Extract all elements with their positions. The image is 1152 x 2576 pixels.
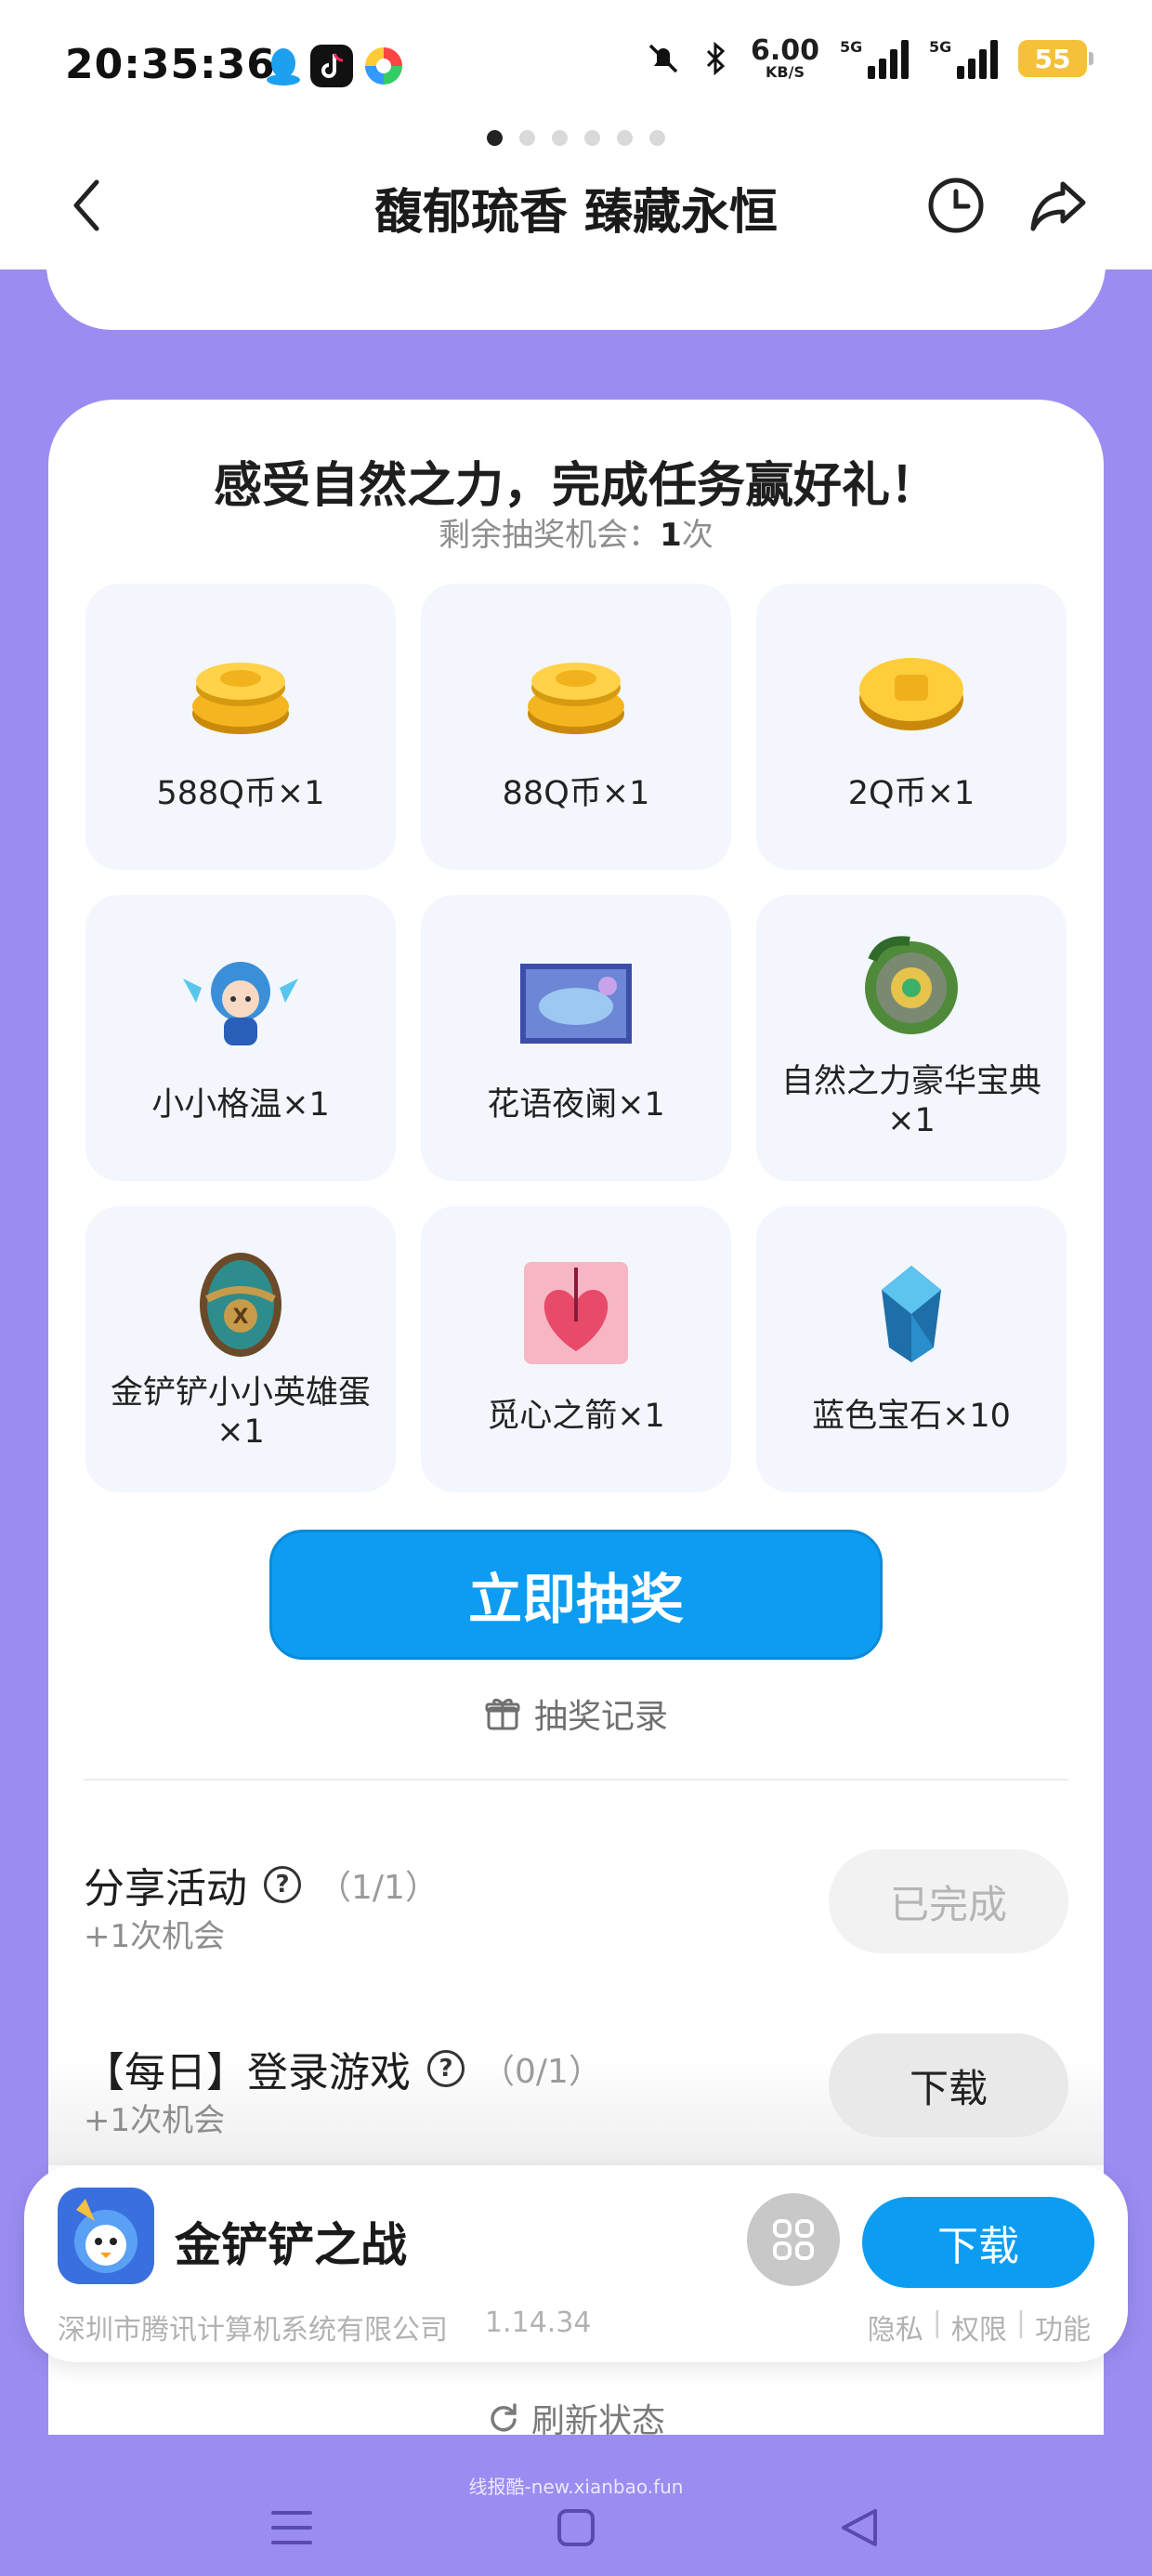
lottery-card: 感受自然之力，完成任务赢好礼！ 剩余抽奖机会：1次 588Q币×1 88Q币×1 xyxy=(48,400,1104,2444)
prize-name: 蓝色宝石×10 xyxy=(812,1398,1011,1435)
share-icon[interactable] xyxy=(1026,173,1091,238)
prize-name: 588Q币×1 xyxy=(156,775,325,812)
character-icon xyxy=(183,962,298,1045)
prize-tile: 2Q币×1 xyxy=(756,584,1067,870)
task-title: 分享活动 xyxy=(84,1865,247,1912)
mute-icon xyxy=(648,44,678,73)
prize-name: 2Q币×1 xyxy=(847,775,975,812)
carousel-dot[interactable] xyxy=(617,130,633,146)
remaining-chances: 剩余抽奖机会：1次 xyxy=(439,517,713,554)
prize-tile: 588Q币×1 xyxy=(85,584,396,870)
privacy-link[interactable]: 隐私 xyxy=(868,2307,923,2347)
app-download-button[interactable]: 下载 xyxy=(862,2197,1094,2288)
qq-icon xyxy=(267,48,300,85)
app-download-bar: 金铲铲之战 下载 深圳市腾讯计算机系统有限公司 1.14.34 隐私 | 权限 … xyxy=(24,2165,1128,2362)
battery-icon: 55 xyxy=(1018,40,1093,77)
carousel-dot[interactable] xyxy=(487,130,503,146)
prize-tile: 蓝色宝石×10 xyxy=(756,1206,1067,1492)
task-row-login: 【每日】登录游戏 ? （0/1） +1次机会 下载 xyxy=(84,2033,1068,2150)
prize-name: 88Q币×1 xyxy=(502,775,650,812)
prize-tile: 自然之力豪华宝典×1 xyxy=(756,895,1067,1181)
app-icon[interactable] xyxy=(58,2188,154,2284)
carousel-dots xyxy=(0,130,1152,146)
douyin-icon xyxy=(310,45,353,87)
status-time: 20:35:36 xyxy=(65,41,276,88)
app-header: 馥郁琉香 臻藏永恒 xyxy=(0,139,1152,269)
gift-icon xyxy=(485,1698,520,1730)
carousel-dot[interactable] xyxy=(649,130,665,146)
menu-icon[interactable] xyxy=(264,2500,320,2556)
home-icon[interactable] xyxy=(548,2500,604,2556)
carousel-dot[interactable] xyxy=(584,130,600,146)
draw-record-label: 抽奖记录 xyxy=(533,1698,668,1736)
prize-tile: 花语夜阑×1 xyxy=(421,895,731,1181)
arena-icon xyxy=(520,964,632,1044)
task-download-button[interactable]: 下载 xyxy=(829,2033,1068,2137)
promo-title: 感受自然之力，完成任务赢好礼！ xyxy=(213,458,938,514)
prize-name: 小小格温×1 xyxy=(151,1086,330,1124)
prize-name: 金铲铲小小英雄蛋×1 xyxy=(110,1374,371,1451)
pass-icon xyxy=(865,936,958,1034)
prize-name: 自然之力豪华宝典×1 xyxy=(780,1063,1041,1139)
heart-arrow-icon xyxy=(524,1262,628,1364)
app-developer: 深圳市腾讯计算机系统有限公司 xyxy=(58,2314,448,2346)
task-row-share: 分享活动 ? （1/1） +1次机会 已完成 xyxy=(84,1849,1068,1966)
help-icon[interactable]: ? xyxy=(264,1866,301,1903)
coin-stack-icon xyxy=(192,663,289,734)
task-reward: +1次机会 xyxy=(84,2102,226,2139)
draw-button[interactable]: 立即抽奖 xyxy=(269,1530,883,1660)
app-info-links: 隐私 | 权限 | 功能 xyxy=(867,2307,1091,2347)
carousel-dot[interactable] xyxy=(552,130,568,146)
gem-icon xyxy=(882,1266,941,1362)
bluetooth-icon xyxy=(706,41,726,76)
svg-text:X: X xyxy=(233,1306,249,1329)
prize-name: 花语夜阑×1 xyxy=(487,1086,665,1124)
signal-icon: 5G xyxy=(929,38,998,79)
watermark: 线报酷-new.xianbao.fun xyxy=(468,2476,684,2498)
prize-tile: 觅心之箭×1 xyxy=(421,1206,731,1492)
task-title: 【每日】登录游戏 xyxy=(84,2049,411,2096)
prize-tile: 小小格温×1 xyxy=(85,895,396,1181)
refresh-icon xyxy=(491,2403,517,2432)
permissions-link[interactable]: 权限 xyxy=(951,2307,1007,2347)
app-name: 金铲铲之战 xyxy=(175,2218,407,2272)
grid-icon xyxy=(773,2219,814,2260)
egg-icon: X xyxy=(200,1253,281,1357)
task-progress: （1/1） xyxy=(318,1869,439,1907)
back-nav-icon[interactable] xyxy=(832,2500,888,2556)
coin-stack-icon xyxy=(528,663,624,734)
prize-grid: 588Q币×1 88Q币×1 2Q币×1 小小格温×1 花语夜阑×1 自然之力豪… xyxy=(85,584,1067,1492)
status-bar: 20:35:36 6.00 KB/S 5G 5G 55 xyxy=(0,0,1152,139)
task-completed-button[interactable]: 已完成 xyxy=(829,1849,1068,1953)
task-progress: （0/1） xyxy=(481,2053,602,2091)
coin-icon xyxy=(859,658,963,730)
divider xyxy=(84,1779,1068,1781)
draw-record-link[interactable]: 抽奖记录 xyxy=(48,1689,1104,1738)
prize-tile: X 金铲铲小小英雄蛋×1 xyxy=(85,1206,396,1492)
net-speed: 6.00 KB/S xyxy=(750,34,819,81)
task-reward: +1次机会 xyxy=(84,1918,226,1955)
signal-icon: 5G xyxy=(840,38,909,79)
system-nav-bar: 线报酷-new.xianbao.fun xyxy=(0,2435,1152,2576)
help-icon[interactable]: ? xyxy=(427,2050,465,2087)
prize-name: 觅心之箭×1 xyxy=(487,1398,665,1435)
status-indicators: 6.00 KB/S 5G 5G 55 xyxy=(645,34,1093,81)
app-more-button[interactable] xyxy=(747,2193,840,2286)
carousel-dot[interactable] xyxy=(519,130,535,146)
prize-tile: 88Q币×1 xyxy=(421,584,731,870)
history-icon[interactable] xyxy=(923,173,988,238)
browser-icon xyxy=(365,47,402,85)
features-link[interactable]: 功能 xyxy=(1035,2307,1091,2347)
app-version: 1.14.34 xyxy=(485,2307,592,2339)
